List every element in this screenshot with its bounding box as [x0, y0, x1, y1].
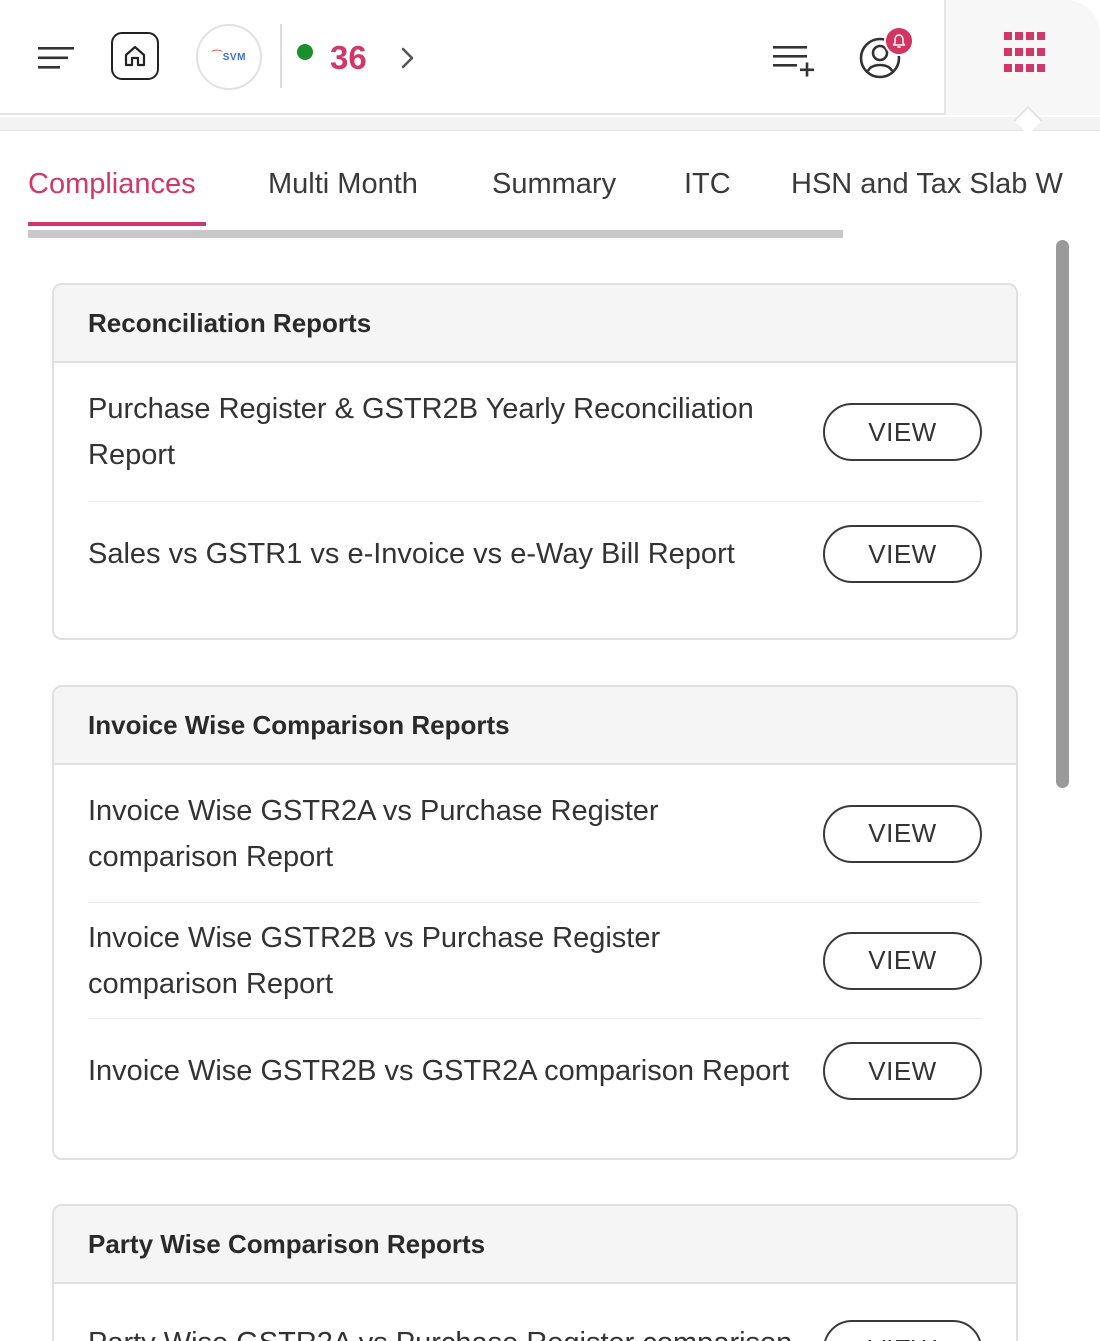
invoice-wise-comparison-card: Invoice Wise Comparison Reports Invoice …	[52, 685, 1018, 1160]
section-title: Reconciliation Reports	[54, 285, 1016, 363]
list-item: Purchase Register & GSTR2B Yearly Reconc…	[88, 363, 982, 502]
view-button[interactable]: VIEW	[823, 403, 982, 461]
view-button[interactable]: VIEW	[823, 804, 982, 863]
add-list-icon[interactable]	[770, 40, 816, 78]
status-count[interactable]: 36	[330, 36, 367, 80]
report-name: Invoice Wise GSTR2B vs GSTR2A comparison…	[88, 1055, 790, 1087]
report-name: Invoice Wise GSTR2A vs Purchase Register…	[88, 794, 659, 873]
report-name: Purchase Register & GSTR2B Yearly Reconc…	[88, 393, 754, 471]
report-tabs: Compliances Multi Month Summary ITC HSN …	[0, 150, 1100, 240]
report-name: Party Wise GSTR2A vs Purchase Register c…	[88, 1320, 808, 1341]
tab-summary[interactable]: Summary	[492, 164, 616, 204]
app-frame: ⁀ SVM 36 Compliances Multi Month Summary…	[0, 0, 1100, 1341]
section-title: Invoice Wise Comparison Reports	[54, 687, 1016, 765]
report-name: Sales vs GSTR1 vs e-Invoice vs e-Way Bil…	[88, 538, 735, 570]
tab-compliances[interactable]: Compliances	[28, 164, 196, 204]
list-item: Invoice Wise GSTR2B vs Purchase Register…	[88, 903, 982, 1019]
notification-badge[interactable]	[884, 26, 914, 56]
tab-hsn-and-tax-slab[interactable]: HSN and Tax Slab W	[791, 164, 1063, 204]
list-item: Invoice Wise GSTR2A vs Purchase Register…	[88, 765, 982, 903]
home-icon	[124, 45, 146, 67]
party-wise-comparison-card: Party Wise Comparison Reports Party Wise…	[52, 1204, 1018, 1341]
tabs-horizontal-scrollbar[interactable]	[28, 230, 843, 238]
status-online-dot	[297, 44, 313, 60]
chevron-right-icon[interactable]	[398, 44, 418, 72]
company-logo[interactable]: ⁀ SVM	[196, 24, 262, 90]
header-divider	[280, 24, 282, 88]
view-button[interactable]: VIEW	[823, 1042, 982, 1100]
header-band	[0, 117, 1100, 131]
apps-menu-tab[interactable]	[944, 0, 1100, 115]
list-item: Invoice Wise GSTR2B vs GSTR2A comparison…	[88, 1019, 982, 1123]
bell-icon	[892, 34, 906, 48]
tab-itc[interactable]: ITC	[684, 164, 731, 204]
tab-multi-month[interactable]: Multi Month	[268, 164, 418, 204]
vertical-scrollbar[interactable]	[1056, 240, 1069, 788]
list-item: Party Wise GSTR2A vs Purchase Register c…	[88, 1284, 982, 1341]
logo-text: SVM	[222, 51, 246, 63]
list-item: Sales vs GSTR1 vs e-Invoice vs e-Way Bil…	[88, 502, 982, 606]
section-title: Party Wise Comparison Reports	[54, 1206, 1016, 1284]
home-button[interactable]	[111, 32, 159, 80]
apps-grid-icon	[1004, 32, 1045, 72]
menu-icon[interactable]	[36, 44, 76, 72]
logo-swoosh-icon: ⁀	[212, 50, 222, 64]
reconciliation-reports-card: Reconciliation Reports Purchase Register…	[52, 283, 1018, 640]
active-tab-indicator	[28, 222, 206, 226]
top-header: ⁀ SVM 36	[0, 0, 1100, 115]
report-name: Invoice Wise GSTR2B vs Purchase Register…	[88, 921, 661, 1000]
view-button[interactable]: VIEW	[823, 1320, 982, 1341]
view-button[interactable]: VIEW	[823, 525, 982, 583]
view-button[interactable]: VIEW	[823, 931, 982, 990]
